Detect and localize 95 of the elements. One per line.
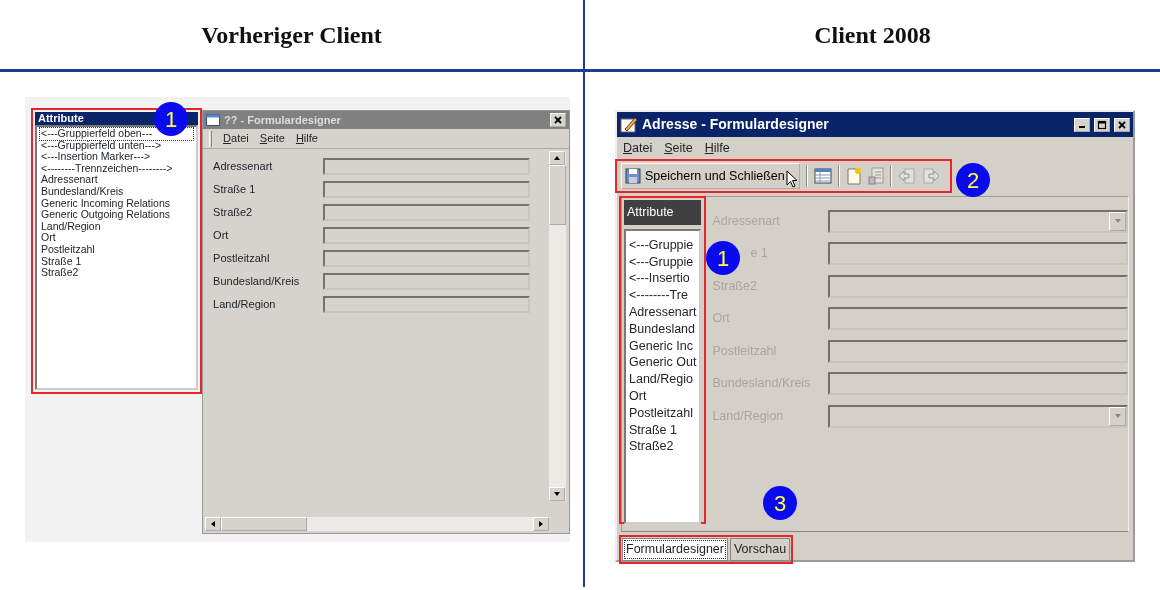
cursor-icon xyxy=(785,170,798,188)
input-field[interactable] xyxy=(323,158,531,175)
number-badge: 1 xyxy=(154,102,188,136)
move-right-icon[interactable] xyxy=(921,167,940,185)
input-field[interactable] xyxy=(323,296,531,313)
field-label: Adressenart xyxy=(213,159,274,175)
menu-item[interactable]: Seite xyxy=(259,130,285,147)
input-field[interactable] xyxy=(828,307,1129,331)
menu-item[interactable]: Seite xyxy=(664,138,693,158)
list-item[interactable]: <---Insertion Marker---> xyxy=(40,151,194,163)
close-button[interactable] xyxy=(1114,117,1130,132)
list-item[interactable]: Generic Out xyxy=(629,354,697,372)
list-item[interactable]: Bundesland/Kreis xyxy=(40,185,194,198)
menu-item[interactable]: Datei xyxy=(223,130,249,147)
dropdown-field[interactable] xyxy=(828,404,1129,428)
list-item[interactable]: <---Insertio xyxy=(629,270,697,288)
input-field[interactable] xyxy=(828,274,1129,298)
close-icon xyxy=(1117,119,1127,130)
list-item[interactable]: Bundesland xyxy=(629,320,697,338)
scroll-arrow-button[interactable] xyxy=(549,487,565,501)
input-field[interactable] xyxy=(323,250,531,267)
list-item[interactable]: <---Gruppie xyxy=(629,253,697,271)
window-icon xyxy=(620,115,638,134)
list-item[interactable]: Land/Regio xyxy=(629,371,697,388)
list-item[interactable]: Postleitzahl xyxy=(40,243,194,256)
toolbar-grip xyxy=(209,130,213,147)
window-title: ?? - Formulardesigner xyxy=(224,112,342,128)
arrow-icon xyxy=(553,154,561,162)
move-left-icon[interactable] xyxy=(897,167,916,185)
list-item[interactable]: Straße2 xyxy=(629,438,697,456)
minimize-icon xyxy=(1077,124,1087,130)
scrollbar[interactable] xyxy=(205,517,549,531)
list-item[interactable]: Ort xyxy=(40,232,194,244)
close-icon xyxy=(553,115,563,125)
column-heading: Client 2008 xyxy=(814,20,931,50)
input-field[interactable] xyxy=(323,181,531,198)
scroll-arrow-button[interactable] xyxy=(549,151,565,165)
tab[interactable]: Vorschau xyxy=(729,538,791,561)
arrow-icon xyxy=(553,490,561,498)
panel-title: Attribute xyxy=(624,200,702,225)
number-badge: 1 xyxy=(706,241,740,275)
field-label: Postleitzahl xyxy=(213,251,271,267)
menu-item[interactable]: Datei xyxy=(623,138,653,158)
input-field[interactable] xyxy=(323,273,531,290)
scroll-arrow-button[interactable] xyxy=(533,517,549,531)
menu-item[interactable]: Hilfe xyxy=(704,138,730,158)
scroll-thumb[interactable] xyxy=(221,517,308,531)
list-item[interactable]: <--------Trennzeichen--------> xyxy=(40,162,194,175)
column-heading: Vorheriger Client xyxy=(201,20,382,50)
input-field[interactable] xyxy=(323,227,531,244)
field-label: Land/Region xyxy=(213,297,277,313)
window-icon xyxy=(206,114,221,126)
list-item[interactable]: Straße 1 xyxy=(629,421,697,439)
table-icon[interactable] xyxy=(813,168,832,184)
input-field[interactable] xyxy=(828,242,1129,266)
number-badge: 2 xyxy=(956,163,990,197)
scroll-thumb[interactable] xyxy=(549,165,566,225)
input-field[interactable] xyxy=(828,339,1129,363)
field-label: Straße2 xyxy=(213,205,254,221)
document-list-icon[interactable] xyxy=(867,167,884,185)
maximize-icon xyxy=(1097,119,1107,130)
maximize-button[interactable] xyxy=(1094,117,1110,132)
list-item[interactable]: Adressenart xyxy=(629,303,697,321)
number-badge: 3 xyxy=(763,486,797,520)
scrollbar[interactable] xyxy=(549,151,566,501)
dropdown-button[interactable] xyxy=(1109,406,1127,426)
list-item[interactable]: Postleitzahl xyxy=(629,404,697,422)
tab[interactable]: Formulardesigner xyxy=(622,538,728,561)
field-label: Bundesland/Kreis xyxy=(213,274,301,290)
list-item[interactable]: <---Gruppie xyxy=(629,236,697,254)
list-item[interactable]: Generic Incoming Relations xyxy=(40,197,194,210)
arrow-icon xyxy=(537,520,545,528)
list-item[interactable]: Straße2 xyxy=(40,267,194,279)
new-page-icon[interactable] xyxy=(845,167,862,185)
dropdown-field[interactable] xyxy=(828,209,1129,233)
list-item[interactable]: Generic Inc xyxy=(629,337,697,355)
list-item[interactable]: Land/Region xyxy=(40,220,194,233)
input-field[interactable] xyxy=(828,372,1129,396)
input-field[interactable] xyxy=(323,204,531,221)
list-item[interactable]: <--------Tre xyxy=(629,287,697,304)
field-label: Straße 1 xyxy=(213,182,257,198)
save-icon xyxy=(625,168,641,184)
list-item[interactable]: Adressenart xyxy=(40,174,194,186)
list-item[interactable]: <---Gruppierfeld unten---> xyxy=(40,139,194,152)
list-item[interactable]: Straße 1 xyxy=(40,255,194,268)
scroll-arrow-button[interactable] xyxy=(205,517,222,531)
window-title: Adresse - Formulardesigner xyxy=(642,115,830,134)
field-label: Ort xyxy=(213,228,230,244)
list-item[interactable]: Ort xyxy=(629,387,697,405)
dropdown-button[interactable] xyxy=(1109,211,1127,231)
save-button[interactable]: Speichern und Schließen xyxy=(621,163,800,189)
menu-item[interactable]: Hilfe xyxy=(295,130,318,147)
minimize-button[interactable] xyxy=(1074,117,1090,132)
list-item[interactable]: Generic Outgoing Relations xyxy=(40,209,194,221)
arrow-icon xyxy=(209,520,218,528)
